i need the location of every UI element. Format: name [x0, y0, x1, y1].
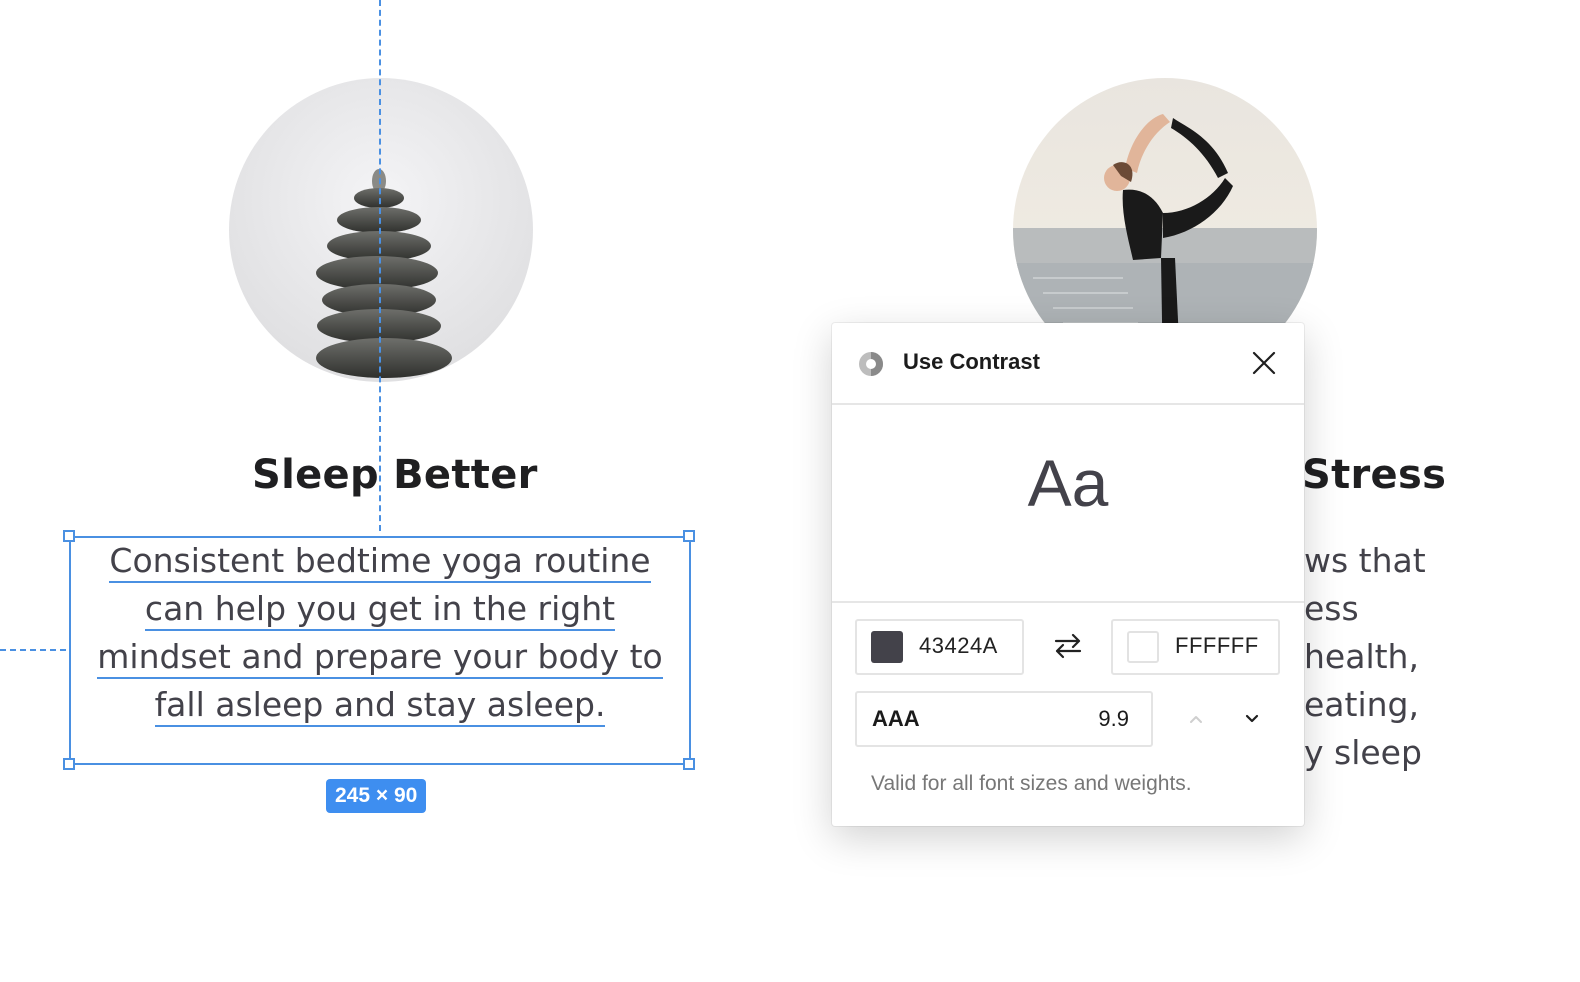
- panel-title: Use Contrast: [903, 349, 1040, 374]
- sleep-better-title: Sleep Better: [252, 452, 538, 498]
- stress-title-fragment: Stress: [1302, 452, 1447, 498]
- contrast-preview: Aa: [832, 405, 1304, 603]
- body-fragment-line: health,: [1304, 637, 1419, 676]
- preview-text: Aa: [1027, 446, 1109, 520]
- resize-handle-bottom-right[interactable]: [683, 758, 695, 770]
- close-icon[interactable]: [1252, 351, 1276, 375]
- chevron-down-icon[interactable]: [1240, 709, 1264, 729]
- swap-arrows-icon[interactable]: [1052, 632, 1084, 660]
- background-hex: FFFFFF: [1175, 633, 1259, 658]
- chevron-up-icon[interactable]: [1184, 709, 1208, 729]
- contrast-ratio: 9.9: [1098, 706, 1129, 731]
- resize-handle-top-left[interactable]: [63, 530, 75, 542]
- wcag-level: AAA: [872, 706, 920, 731]
- body-fragment-line: ess: [1304, 589, 1359, 628]
- stress-body-fragment: ws that ess health, eating, y sleep: [1282, 537, 1572, 777]
- horizontal-guide: [0, 649, 66, 651]
- vertical-guide: [379, 0, 381, 531]
- panel-header: Use Contrast: [832, 323, 1304, 405]
- stones-image: [229, 78, 533, 382]
- selection-box[interactable]: [69, 536, 691, 765]
- wcag-level-field[interactable]: AAA 9.9: [855, 691, 1153, 747]
- validity-message: Valid for all font sizes and weights.: [871, 772, 1192, 795]
- foreground-swatch[interactable]: [871, 631, 903, 663]
- body-fragment-line: eating,: [1304, 685, 1419, 724]
- foreground-color-field[interactable]: 43424A: [855, 619, 1024, 675]
- resize-handle-top-right[interactable]: [683, 530, 695, 542]
- background-color-field[interactable]: FFFFFF: [1111, 619, 1280, 675]
- background-swatch[interactable]: [1127, 631, 1159, 663]
- contrast-logo-icon: [858, 351, 884, 377]
- body-fragment-line: y sleep: [1304, 733, 1422, 772]
- body-fragment-line: ws that: [1304, 541, 1426, 580]
- resize-handle-bottom-left[interactable]: [63, 758, 75, 770]
- use-contrast-panel: Use Contrast Aa 43424A FFFFFF AAA 9.9 Va…: [832, 323, 1304, 826]
- foreground-hex: 43424A: [919, 633, 998, 658]
- dimensions-badge: 245 × 90: [326, 779, 427, 813]
